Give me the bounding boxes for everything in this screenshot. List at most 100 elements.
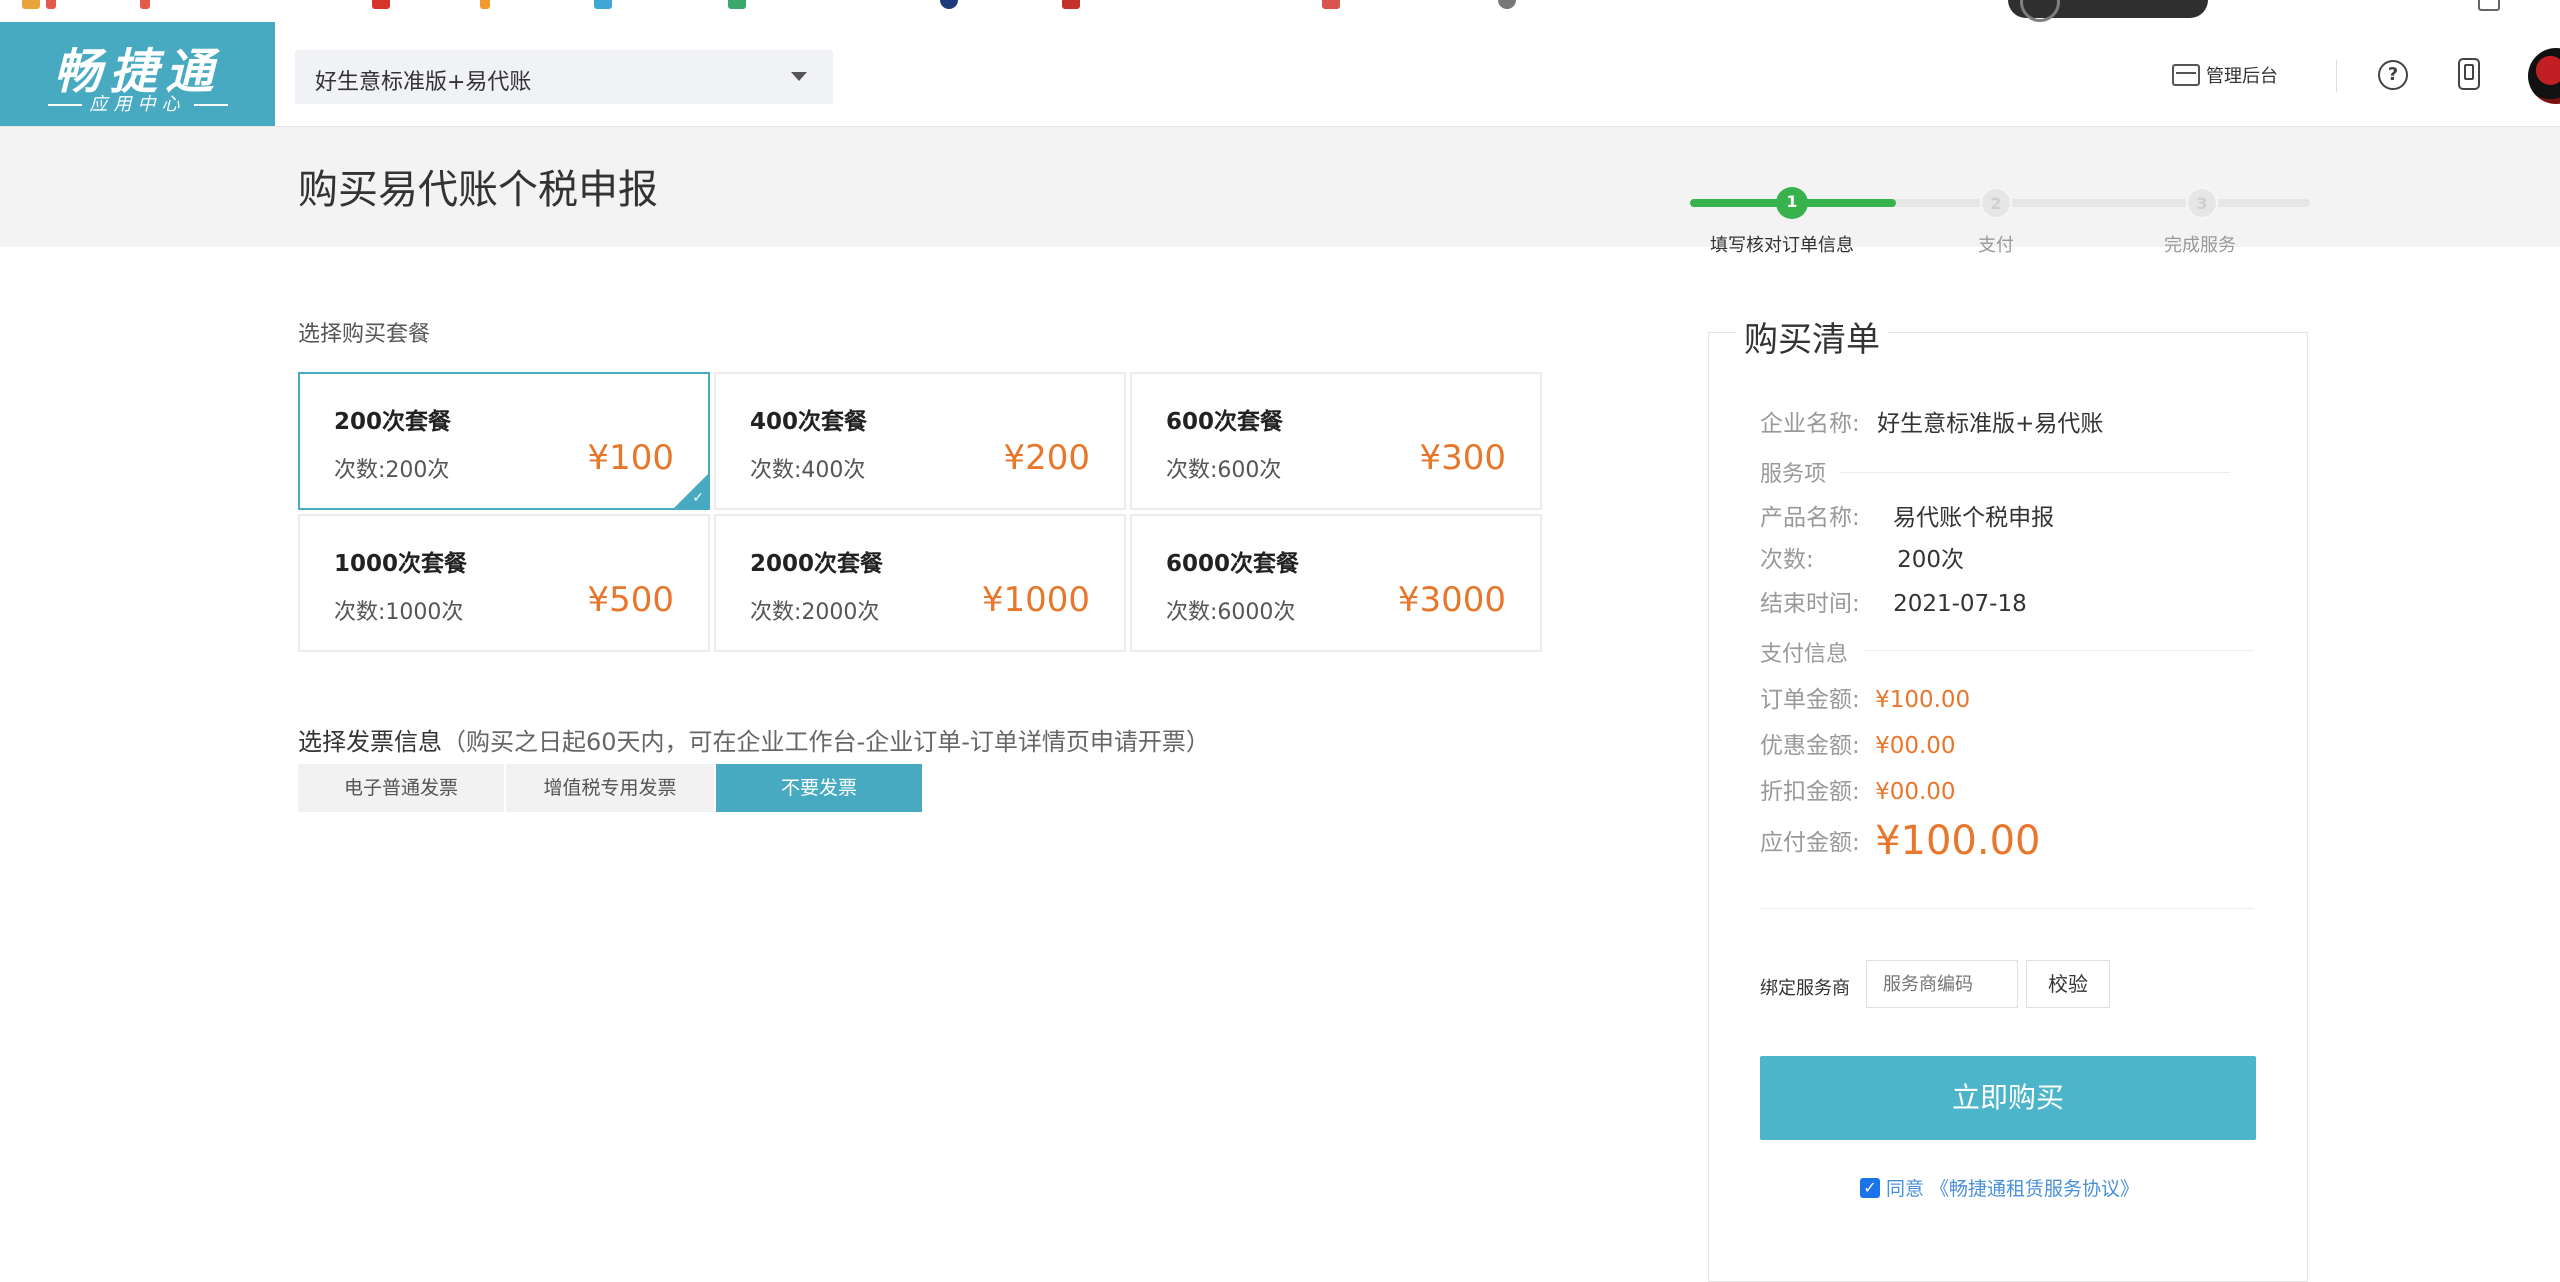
package-name: 600次套餐	[1166, 409, 1284, 435]
step-dot-2: 2	[1980, 187, 2012, 219]
bookmark-item[interactable]	[372, 0, 390, 10]
company-select[interactable]: 好生意标准版+易代账	[295, 50, 833, 104]
mobile-icon[interactable]	[2458, 58, 2480, 90]
end-time-row: 结束时间: 2021-07-18	[1760, 584, 2027, 618]
agreement-row: ✓ 同意 《畅捷通租赁服务协议》	[1860, 1174, 2139, 1201]
step-label-2: 支付	[1978, 235, 2014, 256]
step-label-3: 完成服务	[2164, 235, 2236, 256]
agree-prefix: 同意	[1886, 1178, 1925, 1200]
package-price: ¥200	[1003, 438, 1090, 478]
agreement-link[interactable]: 《畅捷通租赁服务协议》	[1930, 1174, 2139, 1201]
order-amount-value: ¥100.00	[1875, 687, 1971, 713]
rebate-value: ¥00.00	[1875, 779, 1956, 805]
rebate-label: 折扣金额:	[1760, 779, 1860, 805]
product-label: 产品名称:	[1760, 505, 1860, 531]
company-select-value: 好生意标准版+易代账	[315, 70, 532, 95]
bookmark-item[interactable]	[2478, 0, 2500, 11]
product-value: 易代账个税申报	[1893, 505, 2055, 531]
package-count: 次数:200次	[334, 458, 450, 483]
page-title: 购买易代账个税申报	[298, 167, 658, 213]
package-card-2000[interactable]: 2000次套餐 次数:2000次 ¥1000	[714, 514, 1126, 652]
payment-heading: 支付信息	[1760, 642, 1849, 667]
package-count: 次数:1000次	[334, 600, 464, 625]
package-name: 6000次套餐	[1166, 551, 1300, 577]
bookmark-item[interactable]	[1062, 0, 1080, 10]
invoice-option-electronic[interactable]: 电子普通发票	[298, 764, 504, 812]
window-icon	[2172, 64, 2200, 86]
package-card-6000[interactable]: 6000次套餐 次数:6000次 ¥3000	[1130, 514, 1542, 652]
step-dot-3: 3	[2186, 187, 2218, 219]
logo-tagline: 应用中心	[0, 90, 275, 116]
rebate-row: 折扣金额: ¥00.00	[1760, 772, 1956, 806]
package-price: ¥1000	[981, 580, 1090, 620]
package-card-600[interactable]: 600次套餐 次数:600次 ¥300	[1130, 372, 1542, 510]
record-ring-icon	[2020, 0, 2060, 22]
amount-due-label: 应付金额:	[1760, 830, 1860, 856]
package-price: ¥500	[587, 580, 674, 620]
order-amount-row: 订单金额: ¥100.00	[1760, 680, 1970, 714]
invoice-title-label: 选择发票信息	[298, 728, 442, 756]
package-count: 次数:6000次	[1166, 600, 1296, 625]
package-card-400[interactable]: 400次套餐 次数:400次 ¥200	[714, 372, 1126, 510]
package-count: 次数:2000次	[750, 600, 880, 625]
step-dot-1: 1	[1776, 187, 1808, 219]
order-amount-label: 订单金额:	[1760, 687, 1860, 713]
check-icon: ✓	[692, 490, 704, 506]
package-price: ¥300	[1419, 438, 1506, 478]
divider	[2336, 60, 2337, 92]
package-name: 200次套餐	[334, 409, 452, 435]
app-logo[interactable]: 畅捷通 应用中心	[0, 22, 275, 126]
chevron-down-icon	[791, 72, 807, 81]
avatar[interactable]	[2528, 48, 2560, 104]
top-header: 畅捷通 应用中心 好生意标准版+易代账 管理后台 ?	[0, 22, 2560, 127]
package-card-200[interactable]: 200次套餐 次数:200次 ¥100 ✓	[298, 372, 710, 510]
amount-due-row: 应付金额: ¥100.00	[1760, 818, 2040, 864]
end-time-label: 结束时间:	[1760, 591, 1860, 617]
discount-label: 优惠金额:	[1760, 733, 1860, 759]
amount-due-value: ¥100.00	[1875, 818, 2041, 864]
invoice-option-none[interactable]: 不要发票	[716, 764, 922, 812]
invoice-hint: （购买之日起60天内，可在企业工作台-企业订单-订单详情页申请开票）	[442, 728, 1210, 756]
count-row: 次数: 200次	[1760, 540, 1964, 574]
admin-console-link[interactable]: 管理后台	[2172, 60, 2278, 90]
buy-now-button[interactable]: 立即购买	[1760, 1056, 2256, 1140]
agree-checkbox[interactable]: ✓	[1860, 1177, 1880, 1198]
product-row: 产品名称: 易代账个税申报	[1760, 498, 2054, 532]
divider	[1760, 908, 2254, 909]
package-name: 1000次套餐	[334, 551, 468, 577]
bookmark-item[interactable]	[22, 0, 56, 10]
bookmark-item[interactable]	[594, 0, 612, 10]
step-label-1: 填写核对订单信息	[1710, 235, 1854, 256]
bookmark-item[interactable]	[940, 0, 958, 10]
page-title-band: 购买易代账个税申报 1 2 3 填写核对订单信息 支付 完成服务	[0, 127, 2560, 256]
invoice-section-title: 选择发票信息（购买之日起60天内，可在企业工作台-企业订单-订单详情页申请开票）	[298, 722, 1210, 757]
provider-code-input[interactable]	[1866, 960, 2018, 1008]
package-section-label: 选择购买套餐	[298, 322, 431, 347]
package-card-1000[interactable]: 1000次套餐 次数:1000次 ¥500	[298, 514, 710, 652]
package-price: ¥100	[587, 438, 674, 478]
service-heading: 服务项	[1760, 462, 1827, 487]
company-value: 好生意标准版+易代账	[1877, 411, 2104, 437]
count-label: 次数:	[1760, 547, 1814, 573]
bookmark-item[interactable]	[1498, 0, 1516, 10]
divider	[1864, 650, 2254, 651]
help-icon[interactable]: ?	[2378, 60, 2408, 90]
bind-provider-label: 绑定服务商	[1760, 978, 1850, 999]
company-label: 企业名称:	[1760, 411, 1860, 437]
bookmark-item[interactable]	[140, 0, 150, 10]
company-row: 企业名称: 好生意标准版+易代账	[1760, 404, 2103, 438]
bookmark-item[interactable]	[480, 0, 490, 10]
discount-row: 优惠金额: ¥00.00	[1760, 726, 1956, 760]
screen-recorder-overlay[interactable]	[2008, 0, 2208, 22]
bookmarks-bar	[0, 0, 2560, 22]
bookmark-item[interactable]	[728, 0, 746, 10]
package-count: 次数:600次	[1166, 458, 1282, 483]
package-name: 400次套餐	[750, 409, 868, 435]
invoice-option-vat-special[interactable]: 增值税专用发票	[506, 764, 714, 812]
verify-button[interactable]: 校验	[2026, 960, 2110, 1008]
package-name: 2000次套餐	[750, 551, 884, 577]
package-price: ¥3000	[1397, 580, 1506, 620]
bookmark-item[interactable]	[1322, 0, 1340, 10]
divider	[1840, 472, 2230, 473]
package-count: 次数:400次	[750, 458, 866, 483]
